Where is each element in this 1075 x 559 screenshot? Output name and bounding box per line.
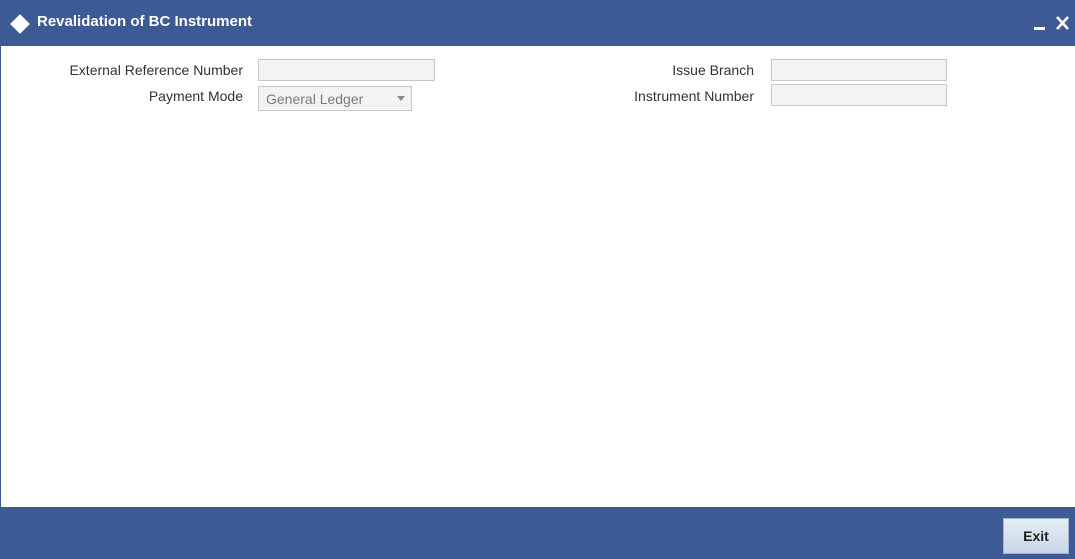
minimize-icon[interactable] [1028, 10, 1050, 36]
payment-mode-label: Payment Mode [148, 88, 243, 104]
instrument-number-label: Instrument Number [634, 88, 754, 104]
window-title: Revalidation of BC Instrument [37, 13, 253, 30]
diamond-icon [10, 14, 30, 34]
issue-branch-label: Issue Branch [672, 62, 754, 78]
external-reference-number-field[interactable] [258, 59, 435, 81]
external-reference-number-label: External Reference Number [69, 62, 243, 78]
revalidation-window: Revalidation of BC Instrument External R… [0, 0, 1075, 559]
close-icon[interactable] [1051, 8, 1073, 34]
issue-branch-field[interactable] [771, 59, 947, 81]
footer-bar [1, 507, 1075, 559]
chevron-down-icon [397, 96, 405, 101]
payment-mode-value: General Ledger [266, 91, 364, 107]
title-bar: Revalidation of BC Instrument [1, 0, 1075, 46]
exit-button[interactable]: Exit [1003, 518, 1069, 554]
payment-mode-select[interactable]: General Ledger [258, 86, 412, 111]
instrument-number-field[interactable] [771, 84, 947, 106]
